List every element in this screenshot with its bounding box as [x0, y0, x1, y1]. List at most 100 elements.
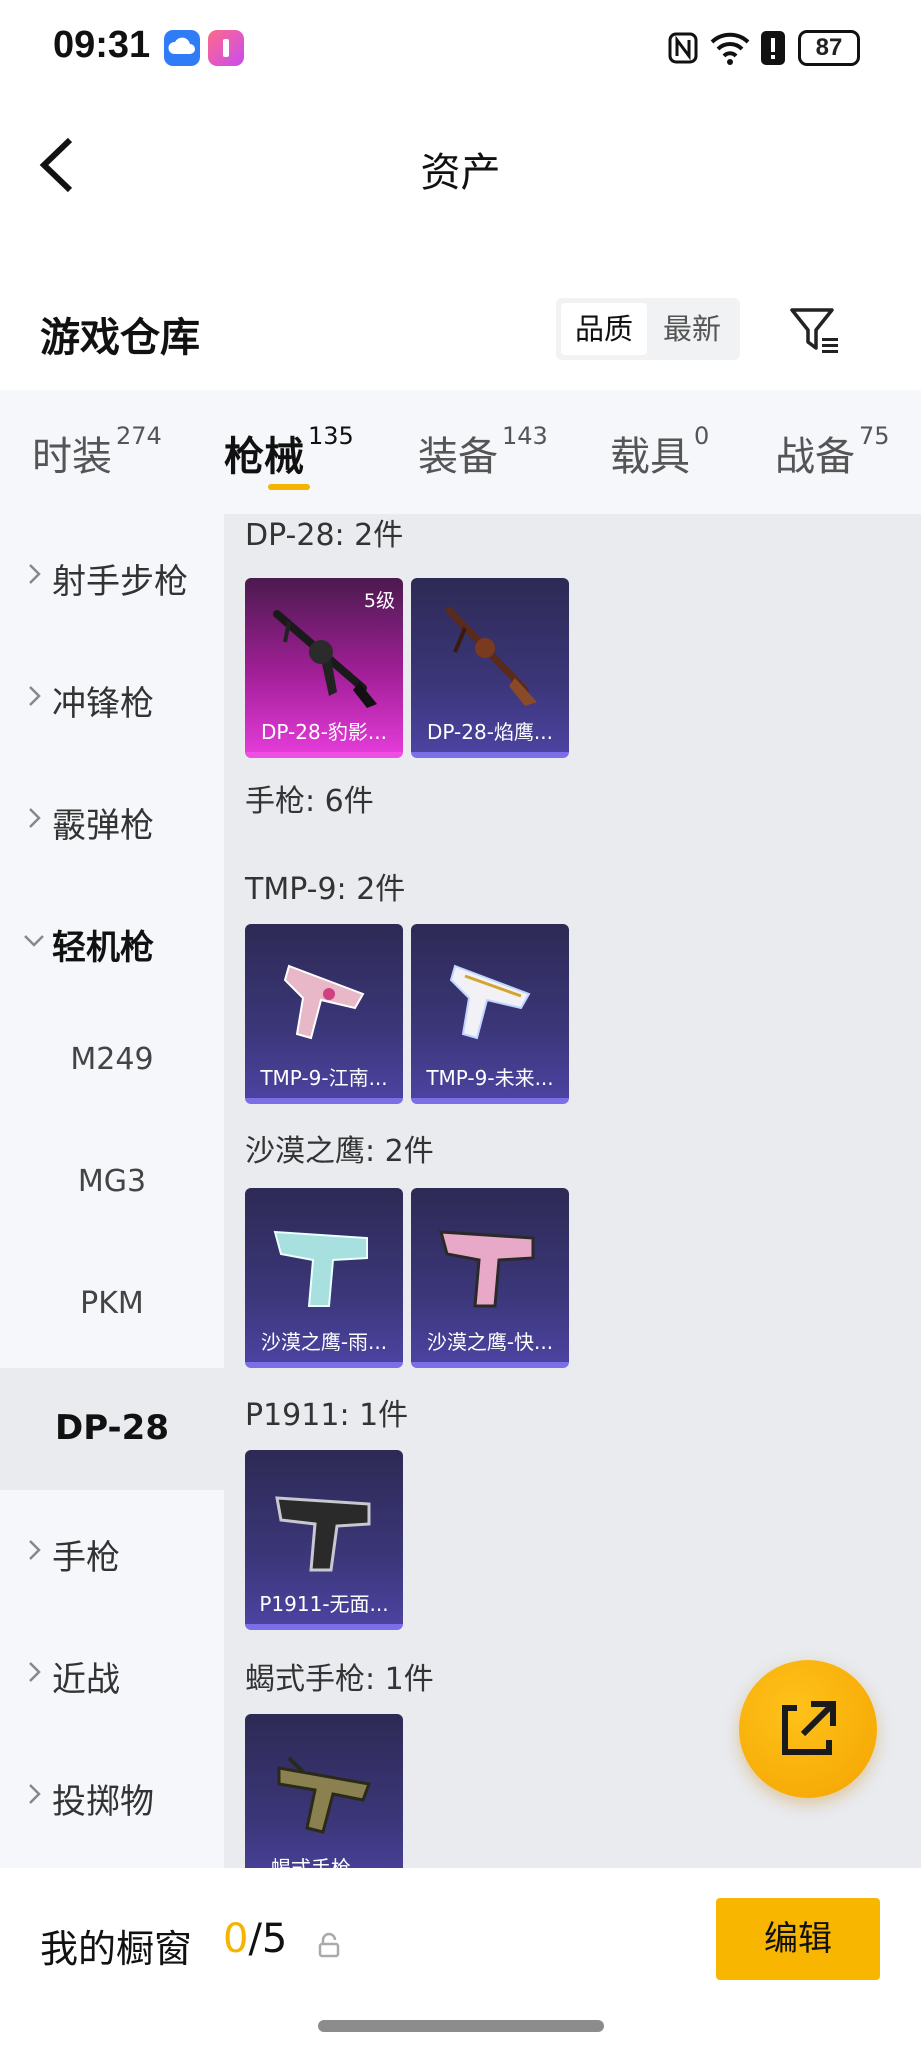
- tab-fashion[interactable]: 时装 274: [32, 422, 162, 482]
- alert-icon: [760, 30, 786, 70]
- home-indicator[interactable]: [318, 2020, 604, 2032]
- tab-count: 0: [694, 422, 710, 450]
- group-title: 沙漠之鹰: 2件: [245, 1134, 434, 1169]
- smg-icon: [449, 964, 531, 1040]
- sidebar-subitem-dp28[interactable]: DP-28: [0, 1368, 224, 1490]
- weapon-card[interactable]: 沙漠之鹰-快...: [411, 1188, 569, 1368]
- weapon-card[interactable]: 5级 DP-28-豹影...: [245, 578, 403, 758]
- sidebar-subitem-mg3[interactable]: MG3: [0, 1124, 224, 1246]
- tab-firearms[interactable]: 枪械 135: [224, 422, 354, 482]
- warehouse-title: 游戏仓库: [40, 315, 200, 361]
- chevron-right-icon: [29, 808, 41, 828]
- share-fab-button[interactable]: [739, 1660, 877, 1798]
- showcase-label: 我的橱窗: [40, 1927, 193, 1971]
- pistol-icon: [273, 1230, 368, 1307]
- pistol-icon: [275, 1496, 371, 1572]
- sidebar-item-shotgun[interactable]: 霰弹枪: [0, 758, 224, 880]
- weapon-name: 沙漠之鹰-雨...: [260, 1330, 388, 1354]
- showcase-count: 0/5: [223, 1916, 287, 1962]
- showcase-bar: 我的橱窗 0/5 编辑: [0, 1868, 921, 2050]
- smg-icon: [277, 1756, 372, 1834]
- sidebar-subitem-pkm[interactable]: PKM: [0, 1246, 224, 1368]
- weapon-name: DP-28-焰鹰...: [427, 720, 553, 744]
- sidebar-item-pistol[interactable]: 手枪: [0, 1490, 224, 1612]
- sidebar-subitem-m249[interactable]: M249: [0, 1002, 224, 1124]
- chevron-right-icon: [29, 564, 41, 584]
- weapon-name: P1911-无面...: [259, 1592, 389, 1616]
- cloud-app-icon: [164, 30, 200, 66]
- weapon-category-sidebar: 射手步枪 冲锋枪 霰弹枪 轻机枪 M249 MG3 PKM DP-28 手枪 近…: [0, 514, 224, 1868]
- chevron-right-icon: [29, 1662, 41, 1682]
- sidebar-item-label: 冲锋枪: [52, 684, 154, 724]
- sort-toggle: 品质 最新: [556, 298, 740, 360]
- sidebar-item-label: 霰弹枪: [52, 806, 154, 846]
- sidebar-item-label: 轻机枪: [52, 928, 154, 968]
- showcase-total: /5: [248, 1916, 288, 1962]
- status-bar: 09:31 87: [0, 0, 921, 100]
- sidebar-item-label: 投掷物: [52, 1782, 154, 1822]
- chevron-down-icon: [24, 935, 44, 947]
- sidebar-item-label: DP-28: [55, 1408, 169, 1448]
- sidebar-item-melee[interactable]: 近战: [0, 1612, 224, 1734]
- smg-icon: [283, 964, 365, 1040]
- sidebar-item-marksman-rifle[interactable]: 射手步枪: [0, 514, 224, 636]
- weapon-card[interactable]: P1911-无面...: [245, 1450, 403, 1630]
- group-title: P1911: 1件: [245, 1398, 409, 1433]
- weapon-card[interactable]: TMP-9-江南...: [245, 924, 403, 1104]
- lock-icon: [318, 1932, 340, 1958]
- weapon-name: DP-28-豹影...: [261, 720, 387, 744]
- category-tabs: 时装 274 枪械 135 装备 143 载具 0 战备 75: [0, 390, 921, 514]
- tab-label: 时装: [32, 434, 112, 480]
- showcase-current: 0: [223, 1916, 249, 1962]
- status-time: 09:31: [53, 24, 151, 66]
- share-icon: [782, 1701, 836, 1755]
- sidebar-item-label: MG3: [77, 1164, 147, 1199]
- page-title: 资产: [420, 150, 501, 196]
- sidebar-item-label: 近战: [52, 1660, 120, 1700]
- sidebar-item-label: PKM: [80, 1286, 144, 1321]
- group-title: 手枪: 6件: [245, 784, 374, 819]
- sidebar-item-label: 手枪: [52, 1538, 120, 1578]
- tab-label: 装备: [418, 434, 498, 480]
- weapon-name: TMP-9-未来...: [426, 1066, 554, 1090]
- wifi-icon: [708, 28, 752, 70]
- active-tab-indicator: [268, 484, 310, 490]
- tab-count: 143: [502, 422, 548, 450]
- tab-count: 75: [859, 422, 890, 450]
- edit-button[interactable]: 编辑: [716, 1898, 880, 1980]
- battery-indicator: 87: [798, 30, 860, 66]
- sidebar-item-throwables[interactable]: 投掷物: [0, 1734, 224, 1856]
- weapon-card[interactable]: 沙漠之鹰-雨...: [245, 1188, 403, 1368]
- chevron-right-icon: [29, 1540, 41, 1560]
- weapon-card[interactable]: 蝎式手枪-...: [245, 1714, 403, 1868]
- chevron-right-icon: [29, 1784, 41, 1804]
- filter-button[interactable]: [786, 302, 842, 358]
- weapon-card[interactable]: DP-28-焰鹰...: [411, 578, 569, 758]
- tab-equipment[interactable]: 装备 143: [418, 422, 548, 482]
- tab-label: 载具: [610, 434, 690, 480]
- weapon-name: TMP-9-江南...: [260, 1066, 388, 1090]
- sort-by-quality-button[interactable]: 品质: [561, 303, 647, 355]
- tab-count: 135: [308, 422, 354, 450]
- tab-vehicles[interactable]: 载具 0: [610, 422, 710, 482]
- tab-count: 274: [116, 422, 162, 450]
- group-title: DP-28: 2件: [245, 518, 404, 553]
- tab-label: 战备: [775, 434, 855, 480]
- sidebar-item-label: M249: [70, 1042, 154, 1077]
- filter-icon: [790, 308, 838, 353]
- nfc-icon: [668, 32, 698, 68]
- group-title: 蝎式手枪: 1件: [245, 1662, 434, 1697]
- lmg-icon: [445, 606, 537, 706]
- weapon-name: 蝎式手枪-...: [270, 1856, 378, 1868]
- weapon-card[interactable]: TMP-9-未来...: [411, 924, 569, 1104]
- sidebar-item-label: 射手步枪: [52, 562, 188, 602]
- sidebar-item-lmg[interactable]: 轻机枪: [0, 880, 224, 1002]
- tab-supplies[interactable]: 战备 75: [775, 422, 890, 482]
- pistol-icon: [438, 1230, 535, 1308]
- lmg-icon: [273, 610, 377, 708]
- sidebar-item-smg[interactable]: 冲锋枪: [0, 636, 224, 758]
- tab-label: 枪械: [224, 434, 304, 480]
- weapon-name: 沙漠之鹰-快...: [426, 1330, 554, 1354]
- sort-by-newest-button[interactable]: 最新: [649, 303, 735, 355]
- group-title: TMP-9: 2件: [245, 872, 406, 907]
